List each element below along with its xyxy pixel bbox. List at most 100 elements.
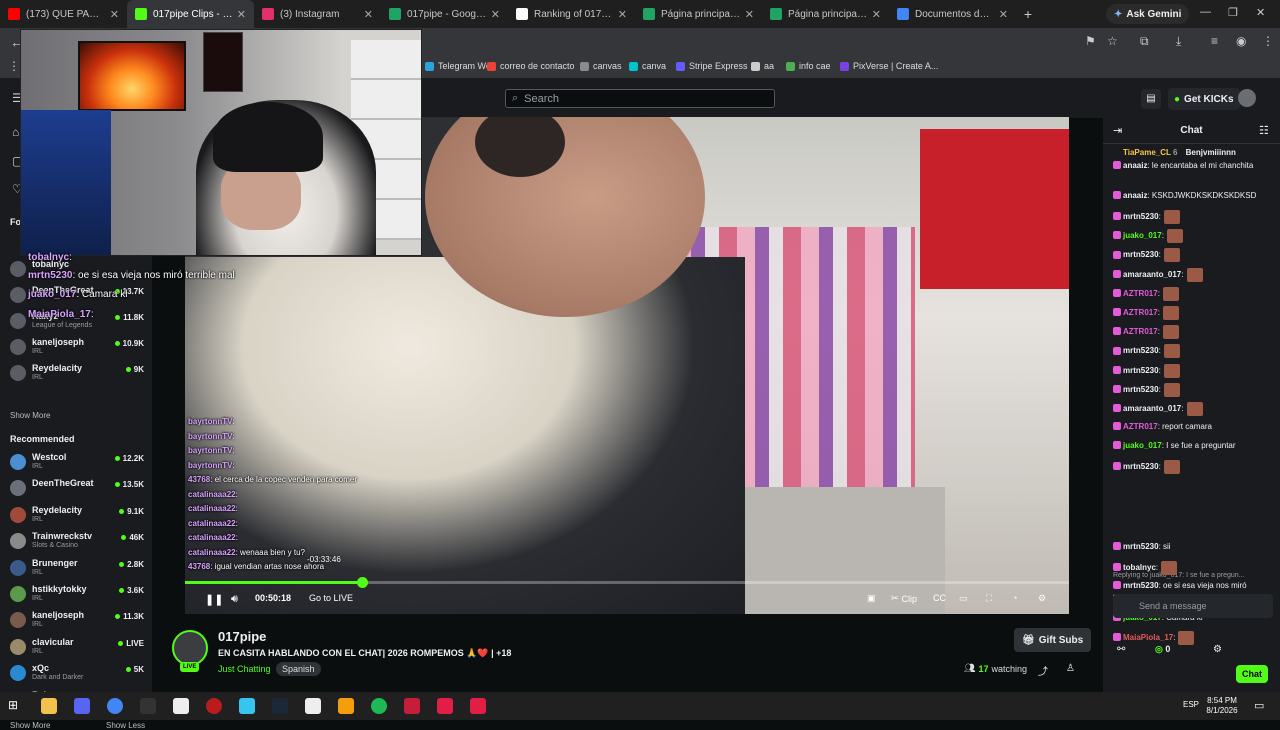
theater-mode-icon[interactable]: ▭: [959, 593, 968, 604]
tab-close-icon[interactable]: ✕: [237, 8, 246, 21]
chat-username[interactable]: AZTR017: [1123, 289, 1158, 298]
chat-username[interactable]: tobalnyc: [1123, 563, 1156, 572]
tab-close-icon[interactable]: ✕: [872, 8, 881, 21]
tab-close-icon[interactable]: ✕: [999, 8, 1008, 21]
miniplayer-icon[interactable]: ▣: [867, 593, 876, 604]
bookmark-star-icon[interactable]: ☆: [1107, 34, 1118, 48]
chat-username[interactable]: mrtn5230: [1123, 251, 1159, 260]
profile-icon[interactable]: ◉: [1236, 34, 1246, 48]
app-icon[interactable]: [338, 698, 354, 714]
clip-button[interactable]: ✂ Clip: [891, 593, 917, 604]
sidebar-channel-recommended[interactable]: hstikkytokky IRL 3.6K: [10, 583, 144, 605]
home-icon[interactable]: ⌂: [12, 125, 19, 139]
gift-subs-button[interactable]: 🎁︎ Gift Subs: [1014, 628, 1092, 652]
sidebar-channel-recommended[interactable]: DeenTheGreat 13.5K: [10, 477, 144, 499]
chat-username[interactable]: mrtn5230: [1123, 347, 1159, 356]
show-more-recommended[interactable]: Show More: [10, 721, 50, 730]
browser-tab[interactable]: Ranking of 017pipe | E ✕: [508, 0, 635, 28]
ask-gemini-button[interactable]: ✦ Ask Gemini: [1106, 4, 1190, 24]
steam-icon[interactable]: [272, 698, 288, 714]
sidebar-channel-following[interactable]: kaneljoseph IRL 10.9K: [10, 336, 144, 358]
browser-tab[interactable]: Página principal - Goo ✕: [762, 0, 889, 28]
restore-icon[interactable]: ❐: [1228, 6, 1238, 19]
bookmark-item[interactable]: info cae: [786, 61, 831, 71]
bookmark-item[interactable]: aa: [751, 61, 774, 71]
chat-username[interactable]: amaraanto_017: [1123, 404, 1181, 413]
top-gifter-name[interactable]: TiaPame_CL: [1123, 148, 1171, 157]
sidebar-channel-recommended[interactable]: xQc Dark and Darker 5K: [10, 662, 144, 684]
download-icon[interactable]: ⤓: [1176, 34, 1181, 49]
windows-start-icon[interactable]: ⊞: [8, 698, 24, 714]
chat-username[interactable]: anaaiz: [1123, 161, 1147, 170]
reading-list-icon[interactable]: ≡: [1211, 34, 1218, 48]
app-icon[interactable]: [239, 698, 255, 714]
chat-username[interactable]: mrtn5230: [1123, 385, 1159, 394]
sidebar-channel-recommended[interactable]: Trainwreckstv Slots & Casino 46K: [10, 530, 144, 552]
app-icon[interactable]: [437, 698, 453, 714]
chat-username[interactable]: AZTR017: [1123, 327, 1158, 336]
chat-settings-icon[interactable]: ⚙: [1213, 644, 1222, 655]
spotify-icon[interactable]: [371, 698, 387, 714]
sidebar-channel-following[interactable]: Reydelacity IRL 9K: [10, 362, 144, 384]
seek-bar[interactable]: [185, 577, 1069, 588]
sidebar-channel-recommended[interactable]: Westcol IRL 12.2K: [10, 451, 144, 473]
volume-button[interactable]: 🔊︎: [231, 593, 238, 606]
chat-username[interactable]: mrtn5230: [1123, 542, 1159, 551]
show-more-following[interactable]: Show More: [10, 411, 50, 420]
tab-close-icon[interactable]: ✕: [364, 8, 373, 21]
file-explorer-icon[interactable]: [41, 698, 57, 714]
browser-tab[interactable]: (173) QUE PASA - La M ✕: [0, 0, 127, 28]
share-icon[interactable]: ⤴: [1038, 663, 1048, 678]
app-icon[interactable]: [305, 698, 321, 714]
chat-username[interactable]: juako_017: [1123, 441, 1162, 450]
tab-close-icon[interactable]: ✕: [491, 8, 500, 21]
extensions-icon[interactable]: ⧉: [1140, 34, 1149, 49]
speed-icon[interactable]: ◔: [1012, 593, 1017, 603]
chat-username[interactable]: mrtn5230: [1123, 581, 1159, 590]
browser-tab[interactable]: (3) Instagram ✕: [254, 0, 381, 28]
tab-close-icon[interactable]: ✕: [745, 8, 754, 21]
tab-close-icon[interactable]: ✕: [618, 8, 627, 21]
chat-message-input[interactable]: Send a message: [1113, 594, 1273, 618]
send-chat-button[interactable]: Chat: [1236, 665, 1268, 683]
system-clock[interactable]: 8:54 PM 8/1/2026: [1200, 696, 1244, 716]
notifications-icon[interactable]: ▭: [1254, 699, 1264, 712]
chat-users-icon[interactable]: ☷: [1259, 124, 1269, 137]
pause-button[interactable]: ❚❚: [205, 593, 223, 606]
captions-icon[interactable]: CC: [933, 593, 946, 603]
input-language[interactable]: ESP: [1183, 700, 1199, 709]
minimize-icon[interactable]: —: [1200, 6, 1211, 18]
stream-category[interactable]: Just Chatting: [218, 664, 271, 674]
chat-username[interactable]: mrtn5230: [1123, 462, 1159, 471]
search-input[interactable]: ⌕ Search: [505, 89, 775, 108]
translate-icon[interactable]: ⚑: [1085, 34, 1096, 48]
kicks-icon[interactable]: ⚯: [1117, 644, 1125, 655]
sidebar-channel-recommended[interactable]: Brunenger IRL 2.8K: [10, 557, 144, 579]
browser-tab[interactable]: Página principal - Goo ✕: [635, 0, 762, 28]
app-icon[interactable]: [206, 698, 222, 714]
top-gifter-name[interactable]: Benjvmiiinnn: [1186, 148, 1236, 157]
menu-icon[interactable]: ⋮: [1262, 34, 1274, 48]
chat-username[interactable]: MaiaPiola_17: [1123, 633, 1173, 642]
go-to-live-button[interactable]: Go to LIVE: [309, 593, 353, 603]
chat-username[interactable]: mrtn5230: [1123, 212, 1159, 221]
chat-username[interactable]: AZTR017: [1123, 308, 1158, 317]
channel-avatar[interactable]: [172, 630, 208, 666]
settings-icon[interactable]: ⚙: [1038, 593, 1046, 604]
language-tag[interactable]: Spanish: [276, 662, 321, 676]
seek-knob[interactable]: [356, 577, 368, 588]
bookmark-item[interactable]: Stripe Express: [676, 61, 748, 71]
get-kicks-button[interactable]: ● Get KICKs: [1168, 88, 1240, 110]
show-less-recommended[interactable]: Show Less: [106, 721, 145, 730]
channel-name[interactable]: 017pipe: [218, 629, 266, 644]
app-icon[interactable]: [140, 698, 156, 714]
chat-username[interactable]: juako_017: [1123, 231, 1162, 240]
app-icon[interactable]: [470, 698, 486, 714]
browser-tab[interactable]: Documentos de Goog ✕: [889, 0, 1016, 28]
follow-icon[interactable]: ♙: [1066, 663, 1075, 674]
app-icon[interactable]: [404, 698, 420, 714]
fullscreen-icon[interactable]: ⛶: [986, 593, 992, 604]
bookmark-item[interactable]: canva: [629, 61, 666, 71]
browser-tab[interactable]: 017pipe Clips - Wa ✕: [127, 0, 254, 28]
browser-tab[interactable]: 017pipe - Google Driv ✕: [381, 0, 508, 28]
